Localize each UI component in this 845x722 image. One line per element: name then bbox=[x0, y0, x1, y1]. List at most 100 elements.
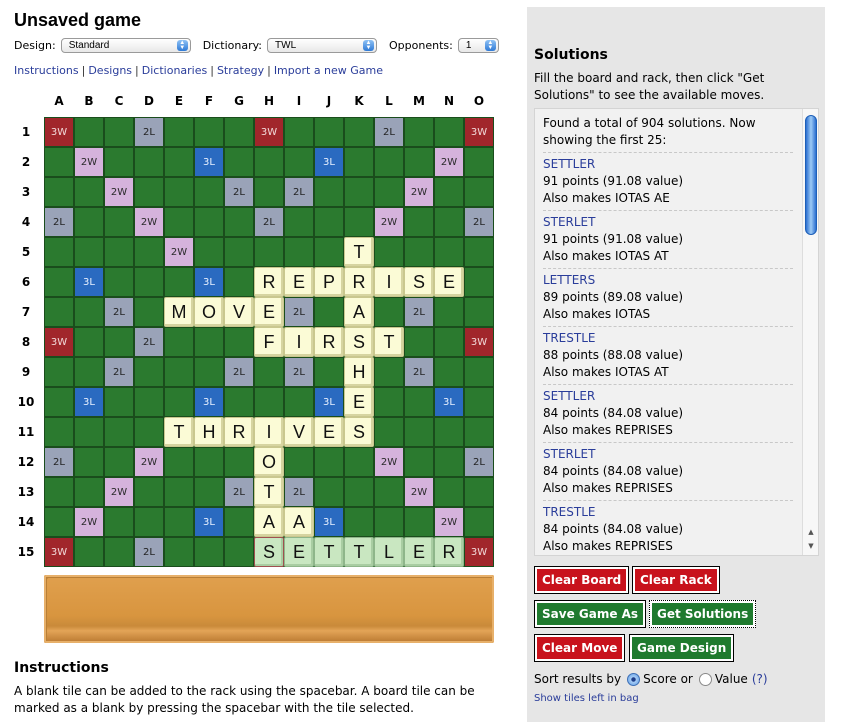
board-square-d15[interactable]: 2L bbox=[134, 537, 164, 567]
board-square-h4[interactable]: 2L bbox=[254, 207, 284, 237]
board-square-f15[interactable] bbox=[194, 537, 224, 567]
board-square-o9[interactable] bbox=[464, 357, 494, 387]
board-square-j5[interactable] bbox=[314, 237, 344, 267]
board-tile-k8[interactable]: S bbox=[344, 327, 374, 357]
clear-rack-button[interactable]: Clear Rack bbox=[632, 566, 720, 594]
board-square-e9[interactable] bbox=[164, 357, 194, 387]
solution-word-link[interactable]: TRESTLE bbox=[543, 331, 595, 345]
board-square-m7[interactable]: 2L bbox=[404, 297, 434, 327]
board-tile-n15[interactable]: R bbox=[434, 537, 464, 567]
board-square-o15[interactable]: 3W bbox=[464, 537, 494, 567]
board-square-j7[interactable] bbox=[314, 297, 344, 327]
dictionary-select[interactable]: TWL ▲ ▼ bbox=[267, 38, 378, 53]
solution-word-link[interactable]: LETTERS bbox=[543, 273, 595, 287]
board-square-e10[interactable] bbox=[164, 387, 194, 417]
board-square-j9[interactable] bbox=[314, 357, 344, 387]
board-square-o11[interactable] bbox=[464, 417, 494, 447]
board-square-g10[interactable] bbox=[224, 387, 254, 417]
board-square-n5[interactable] bbox=[434, 237, 464, 267]
board-square-f8[interactable] bbox=[194, 327, 224, 357]
board-square-d1[interactable]: 2L bbox=[134, 117, 164, 147]
board-square-n4[interactable] bbox=[434, 207, 464, 237]
scroll-up-icon[interactable]: ▲ bbox=[805, 525, 817, 539]
board-tile-m15[interactable]: E bbox=[404, 537, 434, 567]
board-tile-l6[interactable]: I bbox=[374, 267, 404, 297]
board-square-h2[interactable] bbox=[254, 147, 284, 177]
board-square-j3[interactable] bbox=[314, 177, 344, 207]
board-square-m10[interactable] bbox=[404, 387, 434, 417]
board-square-d11[interactable] bbox=[134, 417, 164, 447]
board-tile-j6[interactable]: P bbox=[314, 267, 344, 297]
board-square-k3[interactable] bbox=[344, 177, 374, 207]
board-tile-j15[interactable]: T bbox=[314, 537, 344, 567]
board-square-a14[interactable] bbox=[44, 507, 74, 537]
board-square-d13[interactable] bbox=[134, 477, 164, 507]
board-square-g1[interactable] bbox=[224, 117, 254, 147]
board-square-c3[interactable]: 2W bbox=[104, 177, 134, 207]
board-square-k2[interactable] bbox=[344, 147, 374, 177]
board-tile-m6[interactable]: S bbox=[404, 267, 434, 297]
board-square-b3[interactable] bbox=[74, 177, 104, 207]
board-square-c8[interactable] bbox=[104, 327, 134, 357]
solution-word-link[interactable]: TRESTLE bbox=[543, 505, 595, 519]
board-square-k13[interactable] bbox=[344, 477, 374, 507]
board-tile-e7[interactable]: M bbox=[164, 297, 194, 327]
board-square-d4[interactable]: 2W bbox=[134, 207, 164, 237]
board-tile-f11[interactable]: H bbox=[194, 417, 224, 447]
board-square-b1[interactable] bbox=[74, 117, 104, 147]
board-square-i1[interactable] bbox=[284, 117, 314, 147]
board-square-i12[interactable] bbox=[284, 447, 314, 477]
tile-rack[interactable] bbox=[44, 575, 494, 643]
board-square-g12[interactable] bbox=[224, 447, 254, 477]
board-tile-h14[interactable]: A bbox=[254, 507, 284, 537]
board-square-c13[interactable]: 2W bbox=[104, 477, 134, 507]
board-square-l2[interactable] bbox=[374, 147, 404, 177]
board-square-a12[interactable]: 2L bbox=[44, 447, 74, 477]
board-square-c15[interactable] bbox=[104, 537, 134, 567]
design-select[interactable]: Standard ▲ ▼ bbox=[60, 38, 191, 53]
board-square-e5[interactable]: 2W bbox=[164, 237, 194, 267]
board-square-o2[interactable] bbox=[464, 147, 494, 177]
board-square-b15[interactable] bbox=[74, 537, 104, 567]
board-square-d7[interactable] bbox=[134, 297, 164, 327]
board-tile-i8[interactable]: I bbox=[284, 327, 314, 357]
board-square-g5[interactable] bbox=[224, 237, 254, 267]
board-square-f5[interactable] bbox=[194, 237, 224, 267]
board-square-e2[interactable] bbox=[164, 147, 194, 177]
board-square-k12[interactable] bbox=[344, 447, 374, 477]
board-tile-j11[interactable]: E bbox=[314, 417, 344, 447]
board-square-f1[interactable] bbox=[194, 117, 224, 147]
solution-word-link[interactable]: SETTLER bbox=[543, 157, 595, 171]
scroll-down-icon[interactable]: ▼ bbox=[805, 539, 817, 553]
board-square-n7[interactable] bbox=[434, 297, 464, 327]
board-square-f4[interactable] bbox=[194, 207, 224, 237]
board-square-f6[interactable]: 3L bbox=[194, 267, 224, 297]
board-square-o10[interactable] bbox=[464, 387, 494, 417]
board-tile-i14[interactable]: A bbox=[284, 507, 314, 537]
link-designs[interactable]: Designs bbox=[88, 64, 132, 77]
board-square-m13[interactable]: 2W bbox=[404, 477, 434, 507]
board-square-n12[interactable] bbox=[434, 447, 464, 477]
board-square-a8[interactable]: 3W bbox=[44, 327, 74, 357]
board-tile-h15[interactable]: S bbox=[254, 537, 284, 567]
board-square-f10[interactable]: 3L bbox=[194, 387, 224, 417]
board-square-c4[interactable] bbox=[104, 207, 134, 237]
board-square-b4[interactable] bbox=[74, 207, 104, 237]
board-square-a2[interactable] bbox=[44, 147, 74, 177]
board-square-b14[interactable]: 2W bbox=[74, 507, 104, 537]
board-square-a1[interactable]: 3W bbox=[44, 117, 74, 147]
board-tile-l8[interactable]: T bbox=[374, 327, 404, 357]
board-tile-k9[interactable]: H bbox=[344, 357, 374, 387]
solutions-scrollbar[interactable]: ▲ ▼ bbox=[802, 109, 818, 555]
board-square-l1[interactable]: 2L bbox=[374, 117, 404, 147]
board-square-i4[interactable] bbox=[284, 207, 314, 237]
board-square-a4[interactable]: 2L bbox=[44, 207, 74, 237]
board-square-g3[interactable]: 2L bbox=[224, 177, 254, 207]
board-square-a15[interactable]: 3W bbox=[44, 537, 74, 567]
board-square-e14[interactable] bbox=[164, 507, 194, 537]
board-square-j2[interactable]: 3L bbox=[314, 147, 344, 177]
game-design-button[interactable]: Game Design bbox=[629, 634, 735, 662]
board-square-d5[interactable] bbox=[134, 237, 164, 267]
board-tile-f7[interactable]: O bbox=[194, 297, 224, 327]
board-square-a3[interactable] bbox=[44, 177, 74, 207]
